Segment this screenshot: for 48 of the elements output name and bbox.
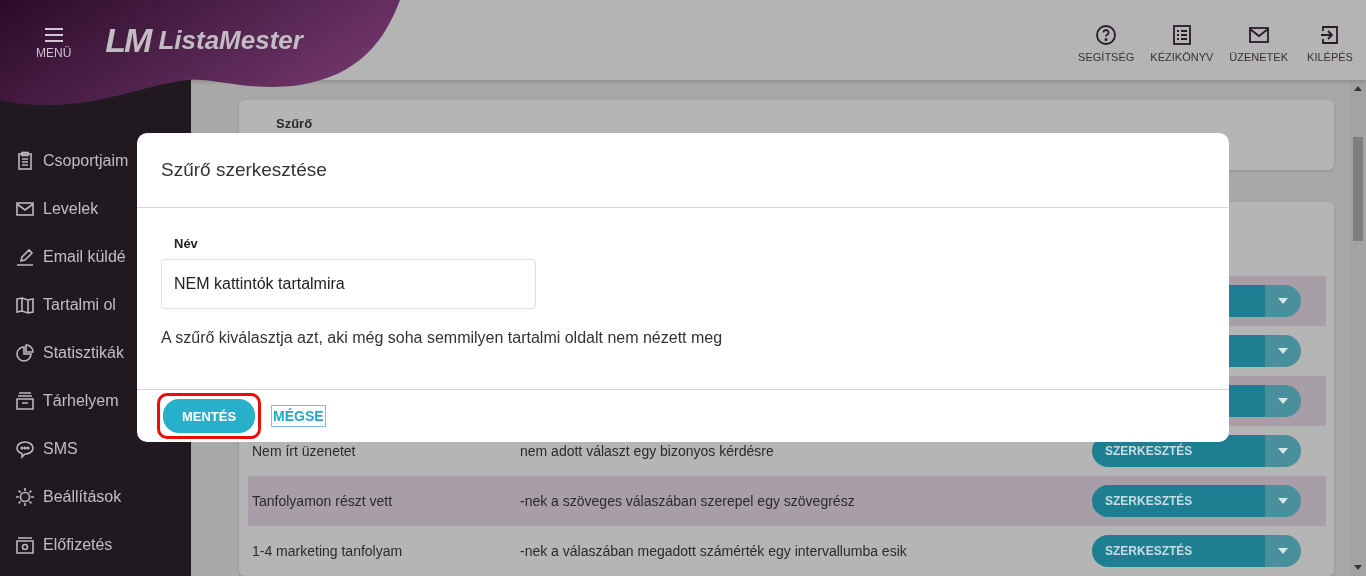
banknote-icon — [15, 535, 35, 555]
menu-icon — [43, 28, 64, 42]
pie-chart-icon — [15, 343, 35, 363]
settings-icon — [15, 487, 35, 507]
chat-bubble-icon — [15, 439, 35, 459]
pencil-icon — [15, 247, 35, 267]
help-icon — [1095, 23, 1118, 46]
caret-icon — [1278, 498, 1288, 504]
dropdown-button[interactable] — [1265, 385, 1301, 417]
card-title: Szűrő — [276, 116, 313, 131]
scrollbar[interactable] — [1350, 80, 1366, 576]
caret-icon — [1278, 398, 1288, 404]
logo[interactable]: LM ListaMester — [105, 20, 303, 60]
scroll-down-icon — [1354, 565, 1362, 570]
filter-name: Tanfolyamon részt vett — [252, 493, 394, 509]
caret-icon — [1278, 298, 1288, 304]
dialog-title: Szűrő szerkesztése — [137, 133, 1229, 208]
dropdown-button[interactable] — [1265, 535, 1301, 567]
filter-description: nem adott választ egy bizonyos kérdésre — [520, 443, 775, 459]
caret-icon — [1278, 548, 1288, 554]
name-input-field[interactable]: NEM kattintók tartalmira — [161, 259, 536, 309]
filter-description-text: A szűrő kiválasztja azt, aki még soha semmilyen tartalmi oldalt nem nézett meg — [161, 329, 723, 347]
dropdown-button[interactable] — [1265, 335, 1301, 367]
header-action-button[interactable]: ÜZENETEK — [1223, 23, 1294, 63]
dropdown-button[interactable] — [1265, 485, 1301, 517]
filter-name: 1-4 marketing tanfolyam — [252, 543, 404, 559]
field-label: Név — [174, 236, 198, 251]
header-action-button[interactable]: KILÉPÉS — [1298, 23, 1362, 63]
logout-icon — [1319, 23, 1341, 46]
header-action-button[interactable]: KÉZIKÖNYV — [1144, 23, 1220, 63]
scrollbar-thumb[interactable] — [1353, 137, 1363, 241]
filter-description: -nek a szöveges válaszában szerepel egy szövegrész — [520, 493, 856, 509]
scroll-up-icon — [1354, 86, 1362, 91]
list-icon — [1170, 23, 1193, 46]
filter-description: -nek a válaszában megadott számérték egy intervallumba esik — [520, 543, 908, 559]
book-icon — [15, 295, 35, 315]
dropdown-button[interactable] — [1265, 285, 1301, 317]
filter-name: Nem írt üzenetet — [252, 443, 357, 459]
menu-button[interactable]: MENÜ — [36, 28, 72, 60]
tray-icon — [15, 391, 35, 411]
header-action-button[interactable]: SEGÍTSÉG — [1072, 23, 1141, 63]
sidebar-item[interactable]: Előfizetés — [0, 521, 191, 569]
clipboard-icon — [15, 151, 35, 171]
caret-icon — [1278, 348, 1288, 354]
caret-icon — [1278, 448, 1288, 454]
sidebar-item[interactable]: Beállítások — [0, 473, 191, 521]
envelope-icon — [15, 199, 35, 219]
dropdown-button[interactable] — [1265, 435, 1301, 467]
